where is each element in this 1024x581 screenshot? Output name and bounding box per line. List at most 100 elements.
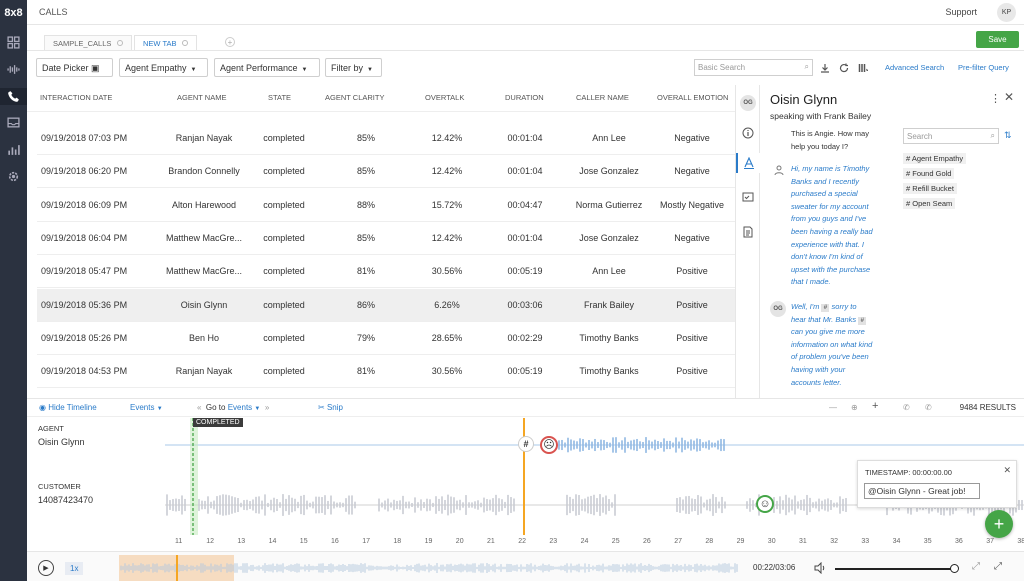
negative-emotion-icon[interactable]: ☹ [540, 436, 558, 454]
prev-arrow-icon[interactable]: « [197, 403, 201, 412]
close-icon[interactable]: ✕ [1003, 465, 1011, 476]
more-options-icon[interactable]: ⋮ [990, 92, 1001, 105]
col-overall-emotion[interactable]: OVERALL EMOTION [657, 93, 728, 102]
filter-by-dropdown[interactable]: Filter by ▼ [325, 58, 382, 77]
table-cell: 09/19/2018 05:47 PM [41, 266, 128, 277]
col-caller-name[interactable]: CALLER NAME [576, 93, 629, 102]
add-comment-button[interactable]: + [985, 510, 1013, 538]
ruler-tick-label: 28 [705, 538, 714, 545]
agent-performance-dropdown[interactable]: Agent Performance ▼ [214, 58, 320, 77]
settings-icon[interactable] [5, 168, 22, 185]
play-button[interactable]: ▶ [38, 560, 54, 576]
panel-search-input[interactable]: Search ⌕ [903, 128, 999, 144]
app-logo: 8x8 [4, 7, 23, 19]
col-overtalk[interactable]: OVERTALK [425, 93, 464, 102]
table-row[interactable]: 09/19/2018 06:20 PM Brandon Connelly compl… [37, 155, 735, 189]
evaluation-icon[interactable] [738, 187, 758, 207]
call-forward-icon[interactable]: ✆ [925, 403, 932, 412]
ruler-tick-label: 13 [237, 538, 246, 545]
ruler-tick-label: 14 [268, 538, 277, 545]
table-row[interactable]: 09/19/2018 05:26 PM Ben Ho completed 79% 28.… [37, 322, 735, 355]
close-tab-icon[interactable] [117, 40, 124, 46]
call-muted-icon[interactable]: ✆ [903, 403, 910, 412]
fullscreen-icon[interactable]: ⤢ [994, 561, 1002, 572]
tag-agent-empathy[interactable]: # Agent Empathy [903, 153, 967, 164]
volume-icon[interactable] [814, 562, 826, 574]
tag-open-seam[interactable]: # Open Seam [903, 198, 956, 209]
close-tab-icon[interactable] [182, 40, 189, 46]
table-row[interactable]: 09/19/2018 05:36 PM Oisin Glynn completed 8… [37, 288, 735, 322]
col-duration[interactable]: DURATION [505, 93, 544, 102]
analytics-icon[interactable] [5, 141, 22, 158]
zoom-out-icon[interactable]: — [829, 403, 837, 412]
hide-timeline-button[interactable]: ◉ Hide Timeline [39, 403, 97, 412]
fit-icon[interactable]: ⤢ [972, 561, 980, 572]
tab-new-tab[interactable]: NEW TAB [134, 35, 198, 50]
tag-refill-bucket[interactable]: # Refill Bucket [903, 183, 957, 194]
agent-empathy-dropdown[interactable]: Agent Empathy ▼ [119, 58, 208, 77]
hash-tag-icon[interactable]: # [858, 316, 867, 325]
volume-slider-track[interactable] [835, 568, 957, 570]
sort-icon[interactable]: ⇅ [1004, 130, 1012, 141]
user-avatar[interactable]: KP [997, 3, 1016, 22]
close-icon[interactable]: ✕ [1004, 90, 1014, 104]
comment-input[interactable] [864, 483, 980, 499]
next-arrow-icon[interactable]: » [265, 403, 269, 412]
columns-icon[interactable] [858, 63, 868, 73]
events-dropdown[interactable]: Events ▼ [130, 403, 163, 412]
events-label: Events [130, 403, 155, 412]
table-cell: Brandon Connelly [168, 166, 240, 177]
download-icon[interactable] [820, 63, 830, 73]
table-cell: 00:05:19 [507, 366, 543, 377]
search-placeholder: Search [907, 132, 933, 141]
tag-found-gold[interactable]: # Found Gold [903, 168, 955, 179]
target-icon[interactable]: ⊕ [851, 403, 858, 412]
table-cell: Positive [676, 366, 708, 377]
ruler-tick-label: 26 [643, 538, 651, 545]
ruler-tick-label: 22 [518, 538, 526, 545]
goto-events-control[interactable]: « Go to Events ▼ » [197, 403, 269, 412]
phone-icon[interactable] [0, 88, 27, 105]
table-cell: completed [263, 232, 305, 243]
info-icon[interactable] [738, 123, 758, 143]
col-agent-name[interactable]: AGENT NAME [177, 93, 226, 102]
timeline-waveform[interactable]: AGENT Oisin Glynn CUSTOMER 14087423470 C… [27, 418, 1024, 551]
popup-timestamp: TIMESTAMP: 00:00:00.00 [865, 468, 952, 477]
table-row[interactable]: 09/19/2018 07:03 PM Ranjan Nayak completed… [37, 122, 735, 155]
zoom-in-icon[interactable]: + [872, 400, 878, 412]
snip-button[interactable]: ✂ Snip [318, 403, 343, 412]
prefilter-query-link[interactable]: Pre-filter Query [958, 63, 1009, 72]
avatar[interactable]: OG [738, 93, 758, 113]
basic-search-input[interactable]: Basic Search ⌕ [694, 59, 813, 76]
volume-slider-handle[interactable] [950, 564, 959, 573]
col-agent-clarity[interactable]: AGENT CLARITY [325, 93, 384, 102]
support-link[interactable]: Support [945, 7, 977, 17]
ruler-tick-label: 18 [393, 538, 402, 545]
tab-sample-calls[interactable]: SAMPLE_CALLS [44, 35, 133, 50]
add-tab-icon[interactable]: + [225, 37, 235, 47]
dashboard-icon[interactable] [5, 34, 22, 51]
table-row[interactable]: 09/19/2018 04:53 PM Ranjan Nayak completed… [37, 355, 735, 389]
playback-speed-button[interactable]: 1x [65, 562, 84, 575]
ruler-tick-label: 37 [986, 538, 994, 545]
col-state[interactable]: STATE [268, 93, 291, 102]
agent-tag-marker-icon[interactable]: # [518, 436, 534, 452]
save-button[interactable]: Save [976, 31, 1019, 48]
waveform-icon[interactable] [5, 61, 22, 78]
date-picker-button[interactable]: Date Picker ▣ [36, 58, 113, 77]
mini-overview-waveform[interactable] [119, 555, 739, 581]
search-icon: ⌕ [804, 62, 809, 71]
table-row[interactable]: 09/19/2018 06:09 PM Alton Harewood complet… [37, 189, 735, 222]
table-row[interactable]: 09/19/2018 05:47 PM Matthew MacGre... comp… [37, 255, 735, 289]
document-icon[interactable] [738, 222, 758, 242]
positive-emotion-icon[interactable]: ☺ [756, 495, 774, 513]
col-interaction-date[interactable]: INTERACTION DATE [40, 93, 112, 102]
inbox-icon[interactable] [5, 114, 22, 131]
table-row[interactable]: 09/19/2018 06:04 PM Matthew MacGre... comp… [37, 222, 735, 255]
advanced-search-link[interactable]: Advanced Search [885, 63, 944, 72]
transcript-icon[interactable] [736, 153, 760, 173]
refresh-icon[interactable] [839, 63, 849, 73]
goto-events-dropdown[interactable]: Events [228, 403, 252, 412]
table-cell: 09/19/2018 07:03 PM [41, 133, 128, 143]
hide-timeline-label: Hide Timeline [48, 403, 97, 412]
